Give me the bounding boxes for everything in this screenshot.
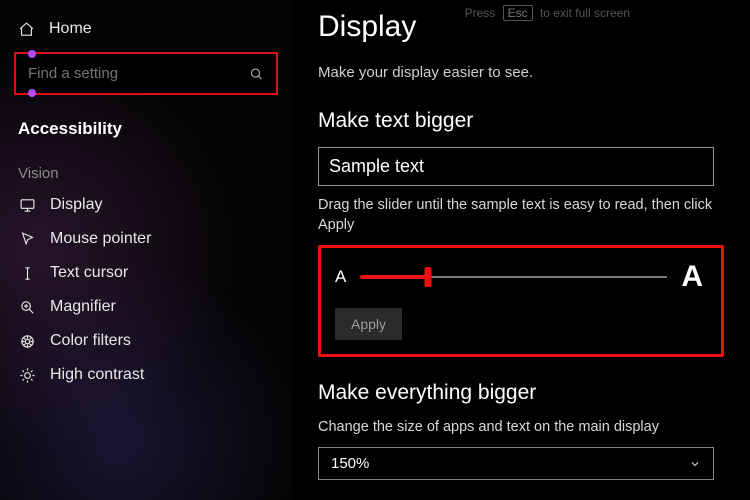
sidebar-item-color-filters[interactable]: Color filters	[0, 324, 292, 358]
monitor-icon	[18, 197, 36, 214]
sidebar-item-label: High contrast	[50, 366, 144, 384]
sidebar: Home Accessibility Vision Display Mouse …	[0, 0, 292, 500]
esc-key: Esc	[503, 5, 533, 21]
sidebar-item-label: Magnifier	[50, 298, 116, 316]
search-field[interactable]	[14, 52, 278, 95]
sidebar-item-label: Color filters	[50, 332, 131, 350]
page-subtitle: Make your display easier to see.	[318, 64, 724, 81]
high-contrast-icon	[18, 367, 36, 384]
exit-fullscreen-hint: Press Esc to exit full screen	[465, 6, 630, 20]
sidebar-item-label: Mouse pointer	[50, 230, 151, 248]
text-cursor-icon	[18, 265, 36, 282]
sidebar-item-text-cursor[interactable]: Text cursor	[0, 256, 292, 290]
mouse-pointer-icon	[18, 231, 36, 248]
search-input[interactable]	[16, 54, 276, 93]
slider-min-label: A	[335, 267, 346, 287]
slider-max-label: A	[681, 260, 703, 294]
nav-home[interactable]: Home	[0, 12, 292, 46]
text-size-controls: A A Apply	[318, 245, 724, 357]
home-icon	[18, 21, 35, 38]
category-title: Accessibility	[0, 113, 292, 157]
sidebar-item-display[interactable]: Display	[0, 188, 292, 222]
text-size-slider[interactable]	[360, 270, 667, 284]
slider-instruction: Drag the slider until the sample text is…	[318, 196, 718, 235]
sidebar-item-mouse-pointer[interactable]: Mouse pointer	[0, 222, 292, 256]
color-filters-icon	[18, 333, 36, 350]
sidebar-item-high-contrast[interactable]: High contrast	[0, 358, 292, 392]
scale-description: Change the size of apps and text on the …	[318, 419, 724, 435]
sidebar-item-magnifier[interactable]: Magnifier	[0, 290, 292, 324]
slider-thumb[interactable]	[424, 267, 431, 287]
main-panel: Press Esc to exit full screen Display Ma…	[292, 0, 750, 500]
search-icon	[249, 66, 264, 81]
scale-dropdown-value: 150%	[331, 455, 369, 472]
magnifier-icon	[18, 299, 36, 316]
group-label: Vision	[0, 157, 292, 188]
nav-home-label: Home	[49, 20, 92, 38]
scale-dropdown[interactable]: 150%	[318, 447, 714, 480]
sample-text-box: Sample text	[318, 147, 714, 186]
sidebar-item-label: Text cursor	[50, 264, 128, 282]
sidebar-item-label: Display	[50, 196, 102, 214]
section-heading-text-bigger: Make text bigger	[318, 109, 724, 133]
section-heading-everything-bigger: Make everything bigger	[318, 381, 724, 405]
apply-button[interactable]: Apply	[335, 308, 402, 340]
chevron-down-icon	[689, 458, 701, 470]
